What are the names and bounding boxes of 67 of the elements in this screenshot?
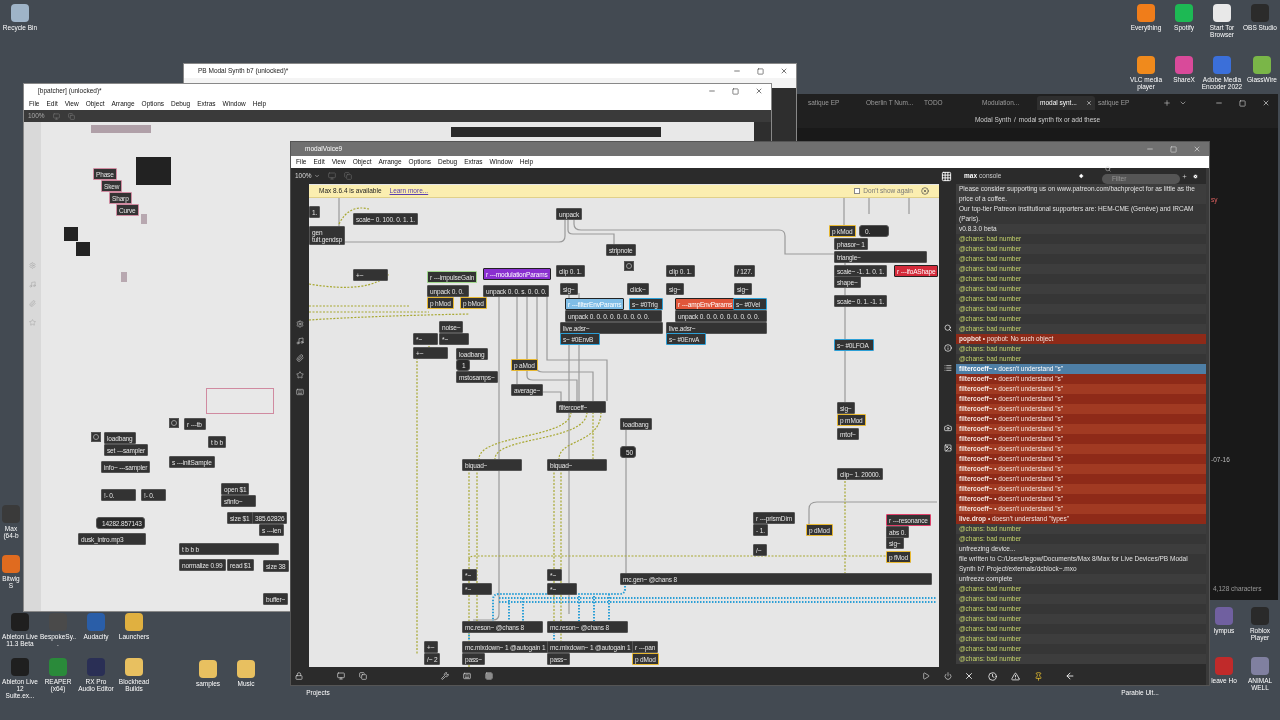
dont-show-checkbox[interactable] [854,188,861,194]
bang-button[interactable] [624,261,634,271]
clock-icon[interactable] [988,671,997,681]
lock-icon[interactable] [295,672,303,680]
app-icon[interactable] [2,555,20,573]
patch-panel [141,214,147,224]
star-icon[interactable] [29,319,36,326]
back-arrow-icon[interactable] [1065,671,1075,681]
chevron-icon[interactable] [1179,99,1187,107]
patch-panel [91,125,151,133]
app-icon[interactable] [11,4,29,22]
app-icon[interactable] [1175,56,1193,74]
bang-button[interactable] [91,432,101,442]
search-icon[interactable] [943,324,952,332]
presentation-icon[interactable] [337,672,345,680]
app-icon[interactable] [1213,4,1231,22]
minimize-icon[interactable] [708,87,716,95]
paperclip-icon[interactable] [296,354,304,362]
app-icon[interactable] [125,658,143,676]
maximize-icon[interactable] [757,67,764,75]
warning-icon[interactable] [1011,671,1020,681]
gear-icon[interactable] [296,320,304,328]
app-icon[interactable] [1175,4,1193,22]
diamond-icon[interactable] [1079,172,1084,180]
image-icon[interactable] [943,444,952,452]
keyboard-icon[interactable] [463,672,471,680]
paperclip-icon[interactable] [29,300,36,307]
patch-panel [121,272,127,282]
clear-icon[interactable] [964,671,974,681]
minimize-icon[interactable] [1215,99,1223,107]
app-icon[interactable] [199,660,217,678]
monitor-icon[interactable] [52,112,60,120]
patch-panel [206,388,274,414]
wrench-icon[interactable] [441,672,449,680]
monitor-icon[interactable] [327,172,336,180]
pin-icon[interactable] [1034,671,1043,681]
new-tab-icon[interactable] [1163,99,1171,107]
keyboard-icon[interactable] [296,388,304,396]
play-icon[interactable] [922,672,930,680]
app-icon[interactable] [125,613,143,631]
patch-panel [136,157,171,185]
close-icon[interactable] [1192,171,1198,181]
maximize-icon[interactable] [732,87,739,95]
app-icon[interactable] [1137,56,1155,74]
app-icon[interactable] [49,658,67,676]
minimize-icon[interactable] [733,67,741,75]
camera-icon[interactable] [943,424,952,432]
list-icon[interactable] [943,364,952,372]
minimize-icon[interactable] [1146,145,1154,153]
patch-panel [64,227,78,241]
scrollbar[interactable] [1206,168,1209,685]
app-icon[interactable] [1137,4,1155,22]
note-icon[interactable] [296,337,304,345]
search-icon [1104,166,1111,172]
power-icon[interactable] [944,672,952,680]
caret-icon[interactable] [313,173,320,179]
bang-button[interactable] [169,418,179,428]
add-icon[interactable] [1181,171,1187,181]
app-icon[interactable] [237,660,255,678]
star-icon[interactable] [296,371,304,379]
info-icon[interactable] [943,344,952,352]
app-icon[interactable] [1213,56,1231,74]
scrollbar[interactable] [754,122,771,142]
copy-icon[interactable] [359,672,367,680]
app-icon[interactable] [1251,657,1269,675]
app-icon[interactable] [1253,56,1271,74]
patch-panel [76,242,90,256]
